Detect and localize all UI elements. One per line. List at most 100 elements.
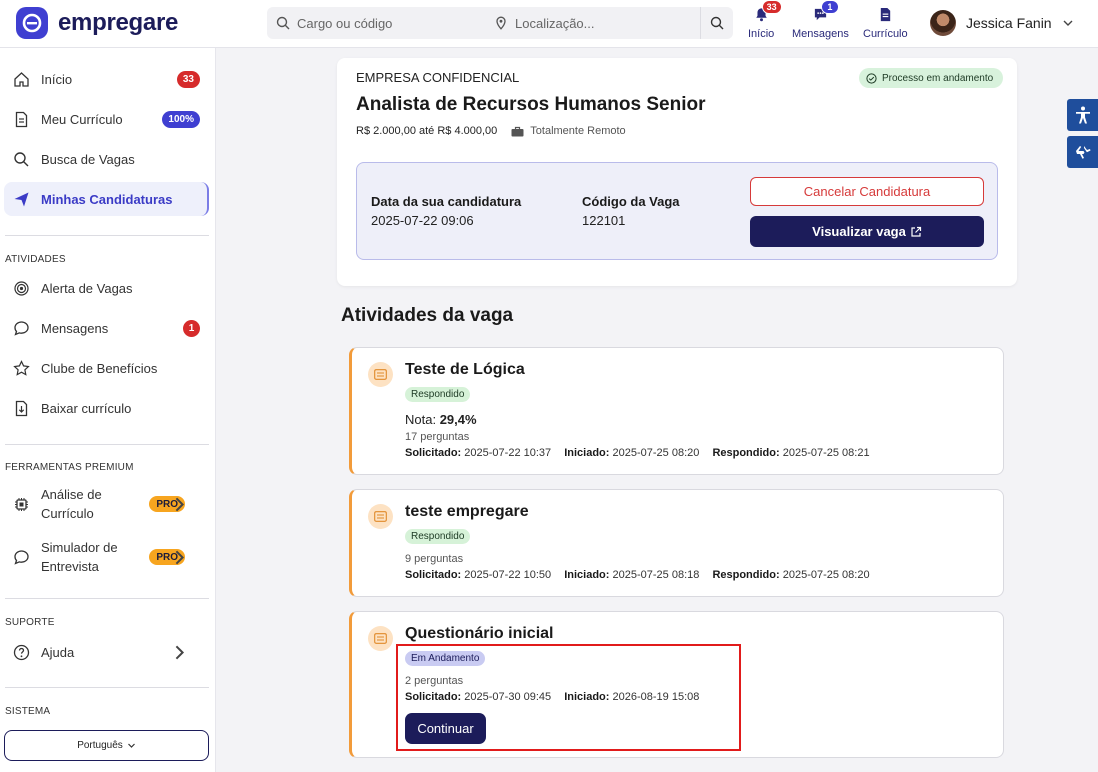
activity-title: Teste de Lógica bbox=[405, 361, 525, 378]
sidebar-item-resume[interactable]: Meu Currículo 100% bbox=[4, 102, 209, 136]
search-icon bbox=[14, 151, 29, 166]
sidebar-item-benefits[interactable]: Clube de Benefícios bbox=[4, 351, 209, 385]
sidebar-item-label: Simulador de Entrevista bbox=[41, 540, 118, 574]
status-badge: Respondido bbox=[405, 387, 471, 402]
logo[interactable]: empregare bbox=[16, 7, 178, 39]
document-icon bbox=[880, 7, 890, 21]
sidebar-item-label: Busca de Vagas bbox=[41, 151, 135, 167]
started-date: 2025-07-25 08:20 bbox=[612, 447, 700, 459]
status-badge: Processo em andamento bbox=[859, 68, 1004, 88]
location-pin-icon bbox=[496, 16, 506, 30]
nav-home-label: Início bbox=[748, 28, 775, 40]
sidebar-item-label: Alerta de Vagas bbox=[41, 280, 133, 296]
answered-label: Respondido: bbox=[712, 569, 780, 581]
sidebar-item-help[interactable]: Ajuda bbox=[4, 635, 209, 669]
section-label-support: SUPORTE bbox=[5, 617, 55, 628]
search-icon bbox=[276, 16, 290, 30]
nav-resume-label: Currículo bbox=[863, 28, 908, 40]
activities-heading: Atividades da vaga bbox=[341, 305, 514, 326]
answered-date: 2025-07-25 08:21 bbox=[782, 447, 870, 459]
language-value: Português bbox=[77, 740, 123, 751]
nav-messages-label: Mensagens bbox=[792, 28, 849, 40]
document-icon bbox=[15, 111, 28, 127]
score: Nota: 29,4% bbox=[405, 412, 477, 427]
nav-messages[interactable]: 1 Mensagens bbox=[792, 0, 849, 40]
activity-title: teste empregare bbox=[405, 503, 529, 520]
applied-date-value: 2025-07-22 09:06 bbox=[371, 213, 474, 228]
activity-dates: Solicitado: 2025-07-22 10:50 Iniciado: 2… bbox=[405, 569, 870, 581]
user-name: Jessica Fanin bbox=[966, 15, 1052, 31]
user-menu[interactable]: Jessica Fanin bbox=[930, 10, 1074, 36]
highlight-box bbox=[396, 644, 741, 751]
job-code-value: 122101 bbox=[582, 213, 626, 228]
help-icon bbox=[13, 644, 30, 660]
chevron-right-icon bbox=[175, 645, 185, 659]
answered-label: Respondido: bbox=[712, 447, 780, 459]
logo-icon bbox=[16, 7, 48, 39]
view-job-button[interactable]: Visualizar vaga bbox=[750, 216, 984, 247]
chevron-right-icon bbox=[175, 497, 185, 511]
target-icon bbox=[14, 280, 29, 296]
company-name: EMPRESA CONFIDENCIAL bbox=[356, 70, 520, 85]
cancel-application-button[interactable]: Cancelar Candidatura bbox=[750, 177, 984, 206]
chevron-down-icon bbox=[127, 743, 135, 748]
star-icon bbox=[13, 359, 30, 376]
location-search[interactable] bbox=[485, 7, 700, 39]
home-badge: 33 bbox=[176, 70, 200, 88]
requested-label: Solicitado: bbox=[405, 447, 462, 459]
nav-resume[interactable]: Currículo bbox=[863, 4, 908, 40]
job-meta: R$ 2.000,00 até R$ 4.000,00 Totalmente R… bbox=[356, 125, 626, 137]
sidebar-item-job-alerts[interactable]: Alerta de Vagas bbox=[4, 271, 209, 305]
form-icon bbox=[368, 504, 393, 529]
language-select[interactable]: Português bbox=[4, 730, 209, 761]
sidebar-item-applications[interactable]: Minhas Candidaturas bbox=[4, 182, 209, 216]
requested-label: Solicitado: bbox=[405, 569, 462, 581]
sidebar-item-home[interactable]: Início 33 bbox=[4, 62, 209, 96]
sidebar-item-resume-analysis[interactable]: Análise de Currículo PRO bbox=[4, 482, 209, 526]
form-icon bbox=[368, 362, 393, 387]
accessibility-icon bbox=[1075, 106, 1090, 124]
chevron-right-icon bbox=[175, 550, 185, 564]
sidebar-item-label: Clube de Benefícios bbox=[41, 360, 158, 376]
view-job-label: Visualizar vaga bbox=[812, 224, 906, 239]
work-mode: Totalmente Remoto bbox=[511, 125, 626, 137]
search-icon bbox=[710, 16, 724, 30]
score-label: Nota: bbox=[405, 412, 437, 427]
role-input[interactable] bbox=[297, 15, 467, 31]
briefcase-icon bbox=[511, 126, 524, 136]
question-count: 9 perguntas bbox=[405, 553, 464, 565]
application-box: Data da sua candidatura 2025-07-22 09:06… bbox=[356, 162, 998, 260]
status-text: Processo em andamento bbox=[882, 72, 994, 84]
search-bar bbox=[267, 7, 733, 39]
sidebar-item-job-search[interactable]: Busca de Vagas bbox=[4, 142, 209, 176]
work-mode-text: Totalmente Remoto bbox=[530, 125, 626, 137]
accessibility-button[interactable] bbox=[1067, 99, 1098, 131]
sidebar-item-label: Ajuda bbox=[41, 644, 75, 660]
form-icon bbox=[368, 626, 393, 651]
started-label: Iniciado: bbox=[564, 569, 610, 581]
salary-range: R$ 2.000,00 até R$ 4.000,00 bbox=[356, 125, 498, 137]
sidebar-item-download-resume[interactable]: Baixar currículo bbox=[4, 391, 209, 425]
sidebar-item-messages[interactable]: Mensagens 1 bbox=[4, 311, 209, 345]
sidebar-item-interview-simulator[interactable]: Simulador de Entrevista PRO bbox=[4, 535, 209, 579]
activity-dates: Solicitado: 2025-07-22 10:37 Iniciado: 2… bbox=[405, 447, 870, 459]
search-button[interactable] bbox=[700, 7, 733, 39]
chat-icon bbox=[14, 320, 29, 336]
sign-language-button[interactable] bbox=[1067, 136, 1098, 168]
answered-date: 2025-07-25 08:20 bbox=[782, 569, 870, 581]
job-title: Analista de Recursos Humanos Senior bbox=[356, 94, 706, 115]
nav-home[interactable]: 33 Início bbox=[748, 0, 782, 40]
messages-badge: 1 bbox=[183, 319, 200, 337]
role-search[interactable] bbox=[267, 7, 485, 39]
job-card: EMPRESA CONFIDENCIAL Processo em andamen… bbox=[337, 58, 1017, 286]
check-circle-icon bbox=[866, 72, 877, 84]
sidebar-item-label: Início bbox=[41, 71, 73, 87]
avatar bbox=[930, 10, 956, 36]
question-count: 17 perguntas bbox=[405, 431, 470, 443]
top-bar: empregare 33 Início 1 Mensagens Cu bbox=[0, 0, 1098, 48]
location-input[interactable] bbox=[515, 15, 685, 31]
logo-text: empregare bbox=[58, 9, 179, 36]
started-date: 2025-07-25 08:18 bbox=[612, 569, 700, 581]
sign-language-icon bbox=[1075, 146, 1090, 159]
home-icon bbox=[14, 71, 29, 87]
